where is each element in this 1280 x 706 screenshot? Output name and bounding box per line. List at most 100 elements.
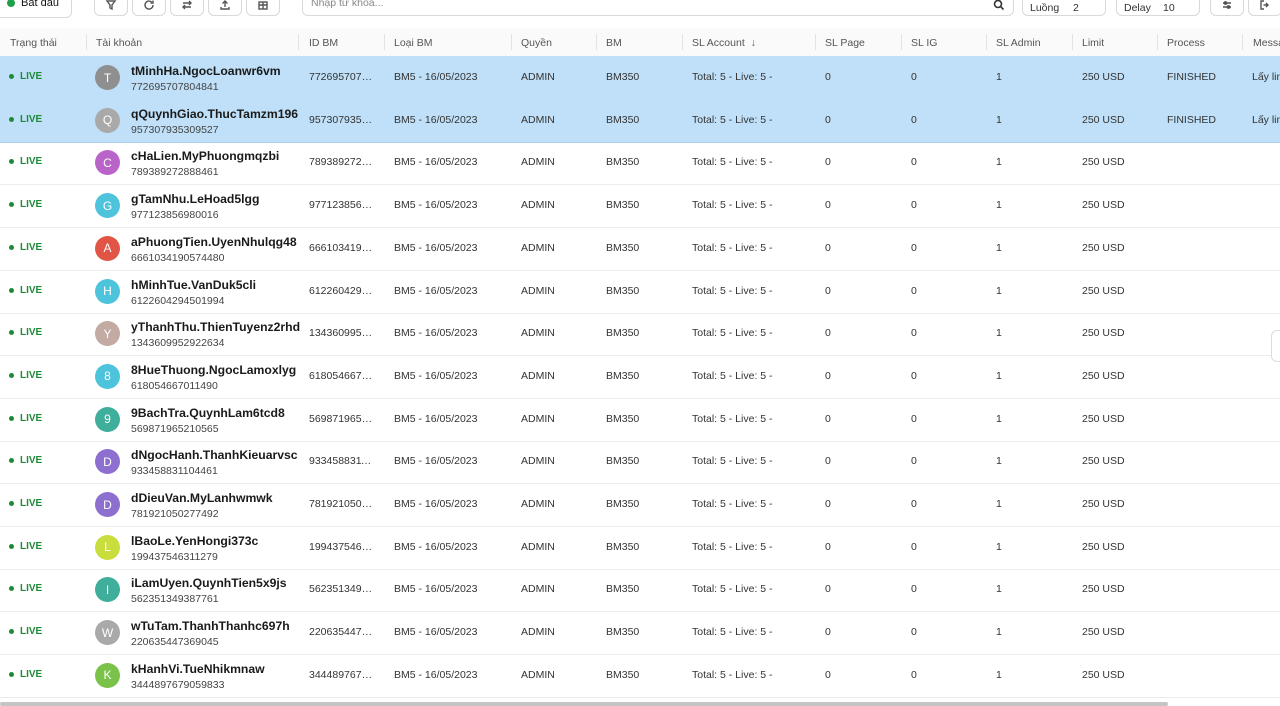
row-bm-type: BM5 - 16/05/2023	[394, 199, 478, 212]
col-header-role[interactable]: Quyền	[521, 37, 552, 49]
status-label: LIVE	[20, 71, 43, 82]
settings-button[interactable]	[1210, 0, 1244, 16]
row-bm-type: BM5 - 16/05/2023	[394, 668, 478, 681]
row-sl-page: 0	[825, 327, 831, 340]
search-box[interactable]	[302, 0, 1014, 16]
export-button[interactable]	[208, 0, 242, 16]
threads-label: Luồng	[1030, 2, 1060, 14]
row-sl-page: 0	[825, 412, 831, 425]
filter-button[interactable]	[94, 0, 128, 16]
row-bm: BM350	[606, 583, 640, 596]
col-header-process[interactable]: Process	[1167, 37, 1205, 49]
col-header-id-bm[interactable]: ID BM	[309, 37, 338, 49]
export-icon	[220, 0, 230, 10]
row-sl-ig: 0	[911, 412, 917, 425]
row-bm: BM350	[606, 284, 640, 297]
row-sl-ig: 0	[911, 327, 917, 340]
col-header-limit[interactable]: Limit	[1082, 37, 1104, 49]
column-divider[interactable]	[901, 34, 902, 50]
row-sl-page: 0	[825, 71, 831, 83]
table-row[interactable]: LIVE WwTuTam.ThanhThanhc697h 2206354473690…	[0, 611, 1280, 656]
row-role: ADMIN	[521, 668, 555, 681]
table-row[interactable]: LIVE DdDieuVan.MyLanhwmwk 781921050277492 7…	[0, 483, 1280, 527]
avatar: C	[95, 150, 120, 176]
column-divider[interactable]	[1157, 34, 1158, 50]
col-header-sl-page[interactable]: SL Page	[825, 37, 865, 49]
col-header-account[interactable]: Tài khoản	[96, 37, 142, 49]
status-badge: LIVE	[9, 71, 42, 82]
column-divider[interactable]	[596, 34, 597, 50]
column-divider[interactable]	[511, 34, 512, 50]
column-divider[interactable]	[986, 34, 987, 50]
row-sl-page: 0	[825, 540, 831, 553]
row-sl-admin: 1	[996, 241, 1002, 254]
threads-field[interactable]: Luồng 2	[1022, 0, 1106, 16]
avatar: G	[95, 193, 120, 219]
delay-value[interactable]: 10	[1163, 2, 1175, 14]
row-limit: 250 USD	[1082, 668, 1125, 681]
status-label: LIVE	[20, 583, 43, 595]
col-header-sl-admin[interactable]: SL Admin	[996, 37, 1041, 49]
row-role: ADMIN	[521, 113, 555, 126]
col-header-sl-account[interactable]: SL Account ↓	[692, 37, 756, 49]
column-divider[interactable]	[384, 34, 385, 50]
column-divider[interactable]	[1072, 34, 1073, 50]
row-role: ADMIN	[521, 369, 555, 382]
col-header-status[interactable]: Trạng thái	[10, 37, 57, 49]
status-label: LIVE	[20, 498, 43, 509]
table-row[interactable]: LIVE TtMinhHa.NgocLoanwr6vm 77269570780484…	[0, 56, 1280, 100]
search-input[interactable]	[311, 0, 951, 9]
row-sl-account: Total: 5 - Live: 5 -	[692, 540, 773, 553]
row-sl-page: 0	[825, 626, 831, 639]
col-header-bm-type[interactable]: Loại BM	[394, 37, 433, 49]
table-row[interactable]: LIVE CcHaLien.MyPhuongmqzbi 78938927288846…	[0, 141, 1280, 186]
avatar: T	[95, 65, 120, 90]
search-icon[interactable]	[993, 0, 1005, 11]
row-bm-type: BM5 - 16/05/2023	[394, 327, 478, 340]
column-divider[interactable]	[682, 34, 683, 50]
table-row[interactable]: LIVE YyThanhThu.ThienTuyenz2rhd 1343609952…	[0, 312, 1280, 357]
row-sl-ig: 0	[911, 540, 917, 553]
col-header-message[interactable]: Message	[1253, 37, 1280, 49]
column-divider[interactable]	[815, 34, 816, 50]
account-uid: 789389272888461	[131, 166, 219, 179]
col-header-sl-ig[interactable]: SL IG	[911, 37, 937, 49]
column-divider[interactable]	[1242, 34, 1243, 50]
columns-button[interactable]	[246, 0, 280, 16]
logout-button[interactable]	[1248, 0, 1280, 16]
table-row[interactable]: LIVE DdNgocHanh.ThanhKieuarvsc 93345883110…	[0, 440, 1280, 485]
row-bm-type: BM5 - 16/05/2023	[394, 498, 478, 510]
column-divider[interactable]	[86, 34, 87, 50]
table-row[interactable]: LIVE IiLamUyen.QuynhTien5x9js 562351349387…	[0, 568, 1280, 613]
row-limit: 250 USD	[1082, 284, 1125, 297]
col-header-sl-account-label: SL Account	[692, 37, 745, 49]
table-row[interactable]: LIVE AaPhuongTien.UyenNhulqg48 66610341905…	[0, 227, 1280, 271]
account-name: hMinhTue.VanDuk5cli	[131, 277, 257, 292]
swap-button[interactable]	[170, 0, 204, 16]
account-name: dDieuVan.MyLanhwmwk	[131, 491, 273, 505]
table-row[interactable]: LIVE 8 8HueThuong.NgocLamoxlyg 618054667011…	[0, 355, 1280, 399]
table-row[interactable]: LIVE GgTamNhu.LeHoad5lgg 977123856980016 97…	[0, 184, 1280, 229]
sort-desc-icon[interactable]: ↓	[751, 37, 756, 49]
table-row[interactable]: LIVE 9 9BachTra.QuynhLam6tcd8 5698719652105…	[0, 398, 1280, 442]
table-row[interactable]: LIVE LlBaoLe.YenHongi373c 199437546311279 1…	[0, 526, 1280, 570]
start-button[interactable]: Bắt đầu	[0, 0, 72, 18]
table-row[interactable]: LIVE QqQuynhGiao.ThucTamzm196 957307935309…	[0, 98, 1280, 143]
refresh-button[interactable]	[132, 0, 166, 16]
col-header-bm[interactable]: BM	[606, 37, 622, 49]
status-badge: LIVE	[9, 370, 42, 381]
row-role: ADMIN	[521, 284, 555, 297]
account-name: qQuynhGiao.ThucTamzm196	[131, 106, 299, 121]
threads-value[interactable]: 2	[1073, 2, 1079, 14]
table-row[interactable]: LIVE KkHanhVi.TueNhikmnaw 3444897679059833…	[0, 654, 1280, 698]
table-row[interactable]: LIVE HhMinhTue.VanDuk5cli 6122604294501994…	[0, 270, 1280, 314]
column-divider[interactable]	[298, 34, 299, 50]
status-badge: LIVE	[9, 156, 42, 167]
side-panel-handle[interactable]	[1271, 330, 1280, 362]
horizontal-scrollbar[interactable]	[0, 702, 1168, 706]
delay-field[interactable]: Delay 10	[1116, 0, 1200, 16]
settings-sliders-icon	[1223, 1, 1231, 9]
status-label: LIVE	[20, 113, 43, 125]
avatar: D	[95, 492, 120, 517]
row-bm-type: BM5 - 16/05/2023	[394, 156, 478, 169]
